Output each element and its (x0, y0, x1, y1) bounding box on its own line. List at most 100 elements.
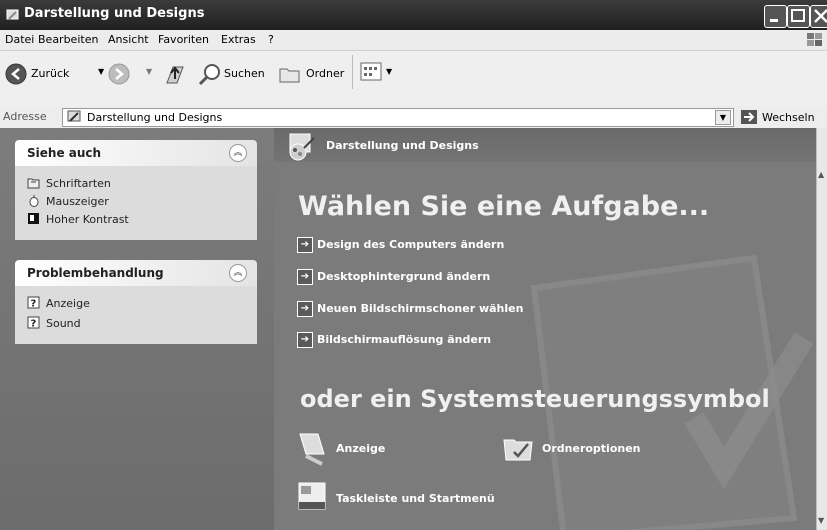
windows-logo-icon (807, 33, 822, 46)
link-label: Hoher Kontrast (46, 213, 129, 226)
folders-button[interactable]: Ordner (276, 59, 348, 87)
appearance-icon (6, 9, 19, 20)
arrow-icon: ➔ (297, 237, 313, 253)
link-schriftarten[interactable]: Schriftarten (27, 176, 111, 190)
folder-options-icon (503, 439, 533, 461)
folder-icon (279, 68, 300, 83)
cpl-label: Ordneroptionen (542, 442, 641, 455)
collapse-chevron-icon[interactable]: ︽ (229, 144, 247, 162)
close-icon (814, 9, 827, 23)
vertical-scrollbar[interactable]: ▲ ▼ (816, 128, 827, 530)
views-icon (360, 62, 382, 81)
link-sound-help[interactable]: ? Sound (27, 316, 81, 330)
svg-text:?: ? (31, 299, 37, 310)
appearance-category-icon (289, 133, 315, 161)
toolbar: Zurück ▼ ▼ Suchen Ordner ▼ (0, 51, 827, 107)
back-button[interactable]: Zurück ▼ (2, 51, 112, 91)
views-dropdown-icon: ▼ (386, 67, 393, 76)
search-icon (198, 64, 220, 86)
menu-extras[interactable]: Extras (221, 33, 256, 46)
minimize-button[interactable] (764, 5, 787, 28)
see-also-header[interactable]: Siehe auch ︽ (15, 140, 257, 166)
menu-datei[interactable]: Datei (5, 33, 34, 46)
help-icon: ? (27, 296, 40, 309)
scroll-up-icon[interactable]: ▲ (818, 170, 824, 179)
cpl-taskleiste[interactable]: Taskleiste und Startmenü (296, 480, 516, 520)
link-label: Mauszeiger (46, 195, 109, 208)
display-icon (299, 433, 325, 466)
link-label: Anzeige (46, 297, 90, 310)
menu-bar: Datei Bearbeiten Ansicht Favoriten Extra… (0, 30, 827, 51)
cpl-ordneroptionen[interactable]: Ordneroptionen (502, 430, 702, 470)
link-hoher-kontrast[interactable]: Hoher Kontrast (27, 212, 129, 226)
watermark-graphic (530, 254, 814, 530)
views-button[interactable]: ▼ (360, 59, 400, 85)
troubleshoot-title: Problembehandlung (27, 266, 164, 280)
go-button[interactable]: Wechseln zu (740, 108, 827, 137)
go-arrow-icon (741, 110, 757, 124)
pick-icon-heading: oder ein Systemsteuerungssymbol (300, 385, 770, 413)
title-bar[interactable]: Darstellung und Designs (0, 0, 827, 30)
task-link-resolution[interactable]: ➔ Bildschirmauflösung ändern (297, 332, 491, 350)
task-pane: Siehe auch ︽ Schriftarten Mauszeiger Hoh… (0, 128, 274, 530)
up-folder-icon[interactable] (163, 61, 187, 87)
scroll-down-icon[interactable]: ▼ (818, 516, 824, 525)
see-also-title: Siehe auch (27, 146, 102, 160)
collapse-chevron-icon[interactable]: ︽ (229, 264, 247, 282)
help-icon: ? (27, 316, 40, 329)
window-title: Darstellung und Designs (24, 6, 205, 21)
see-also-panel: Schriftarten Mauszeiger Hoher Kontrast (15, 166, 257, 240)
search-label: Suchen (224, 67, 265, 80)
cpl-label: Anzeige (336, 442, 386, 455)
explorer-window: Darstellung und Designs Datei Bearbeiten… (0, 0, 827, 530)
task-link-screensaver[interactable]: ➔ Neuen Bildschirmschoner wählen (297, 301, 523, 319)
menu-bearbeiten[interactable]: Bearbeiten (38, 33, 98, 46)
menu-help[interactable]: ? (268, 33, 274, 46)
category-content: Darstellung und Designs Wählen Sie eine … (274, 128, 817, 530)
task-label: Neuen Bildschirmschoner wählen (317, 302, 524, 315)
link-label: Sound (46, 317, 81, 330)
task-label: Desktophintergrund ändern (317, 270, 491, 283)
troubleshoot-panel: ? Anzeige ? Sound (15, 286, 257, 344)
address-dropdown-icon[interactable]: ▼ (715, 110, 731, 125)
maximize-button[interactable] (787, 5, 810, 28)
link-label: Schriftarten (46, 177, 111, 190)
taskbar-icon (298, 482, 326, 510)
search-button[interactable]: Suchen (196, 59, 268, 87)
cpl-anzeige[interactable]: Anzeige (296, 430, 476, 470)
content-header-title: Darstellung und Designs (326, 139, 479, 152)
task-label: Design des Computers ändern (317, 238, 505, 251)
forward-arrow-icon[interactable] (108, 63, 130, 85)
pick-task-heading: Wählen Sie eine Aufgabe... (298, 191, 710, 222)
task-link-design[interactable]: ➔ Design des Computers ändern (297, 237, 504, 255)
close-button[interactable] (810, 5, 827, 28)
folders-label: Ordner (306, 67, 345, 80)
appearance-small-icon (67, 110, 81, 122)
svg-text:?: ? (31, 319, 37, 330)
high-contrast-icon (28, 213, 39, 224)
arrow-icon: ➔ (297, 269, 313, 285)
forward-dropdown-icon[interactable]: ▼ (146, 67, 152, 76)
task-label: Bildschirmauflösung ändern (317, 333, 492, 346)
minimize-icon (770, 19, 778, 22)
toolbar-separator (352, 55, 353, 89)
menu-favoriten[interactable]: Favoriten (158, 33, 209, 46)
arrow-icon: ➔ (297, 332, 313, 348)
address-input[interactable]: Darstellung und Designs ▼ (62, 108, 734, 127)
fonts-folder-icon (27, 178, 40, 189)
cpl-label: Taskleiste und Startmenü (336, 492, 495, 505)
link-mauszeiger[interactable]: Mauszeiger (27, 194, 109, 208)
troubleshoot-header[interactable]: Problembehandlung ︽ (15, 260, 257, 286)
address-label: Adresse (3, 110, 47, 123)
address-value: Darstellung und Designs (87, 111, 223, 124)
arrow-icon: ➔ (297, 301, 313, 317)
link-anzeige-help[interactable]: ? Anzeige (27, 296, 90, 310)
address-bar: Adresse Darstellung und Designs ▼ Wechse… (0, 106, 827, 137)
menu-ansicht[interactable]: Ansicht (108, 33, 149, 46)
back-arrow-icon (5, 63, 27, 85)
mouse-pointer-icon (29, 195, 39, 207)
back-dropdown-icon[interactable]: ▼ (98, 67, 104, 76)
maximize-icon (791, 9, 805, 22)
task-link-desktop-background[interactable]: ➔ Desktophintergrund ändern (297, 269, 490, 287)
content-header: Darstellung und Designs (274, 128, 817, 162)
